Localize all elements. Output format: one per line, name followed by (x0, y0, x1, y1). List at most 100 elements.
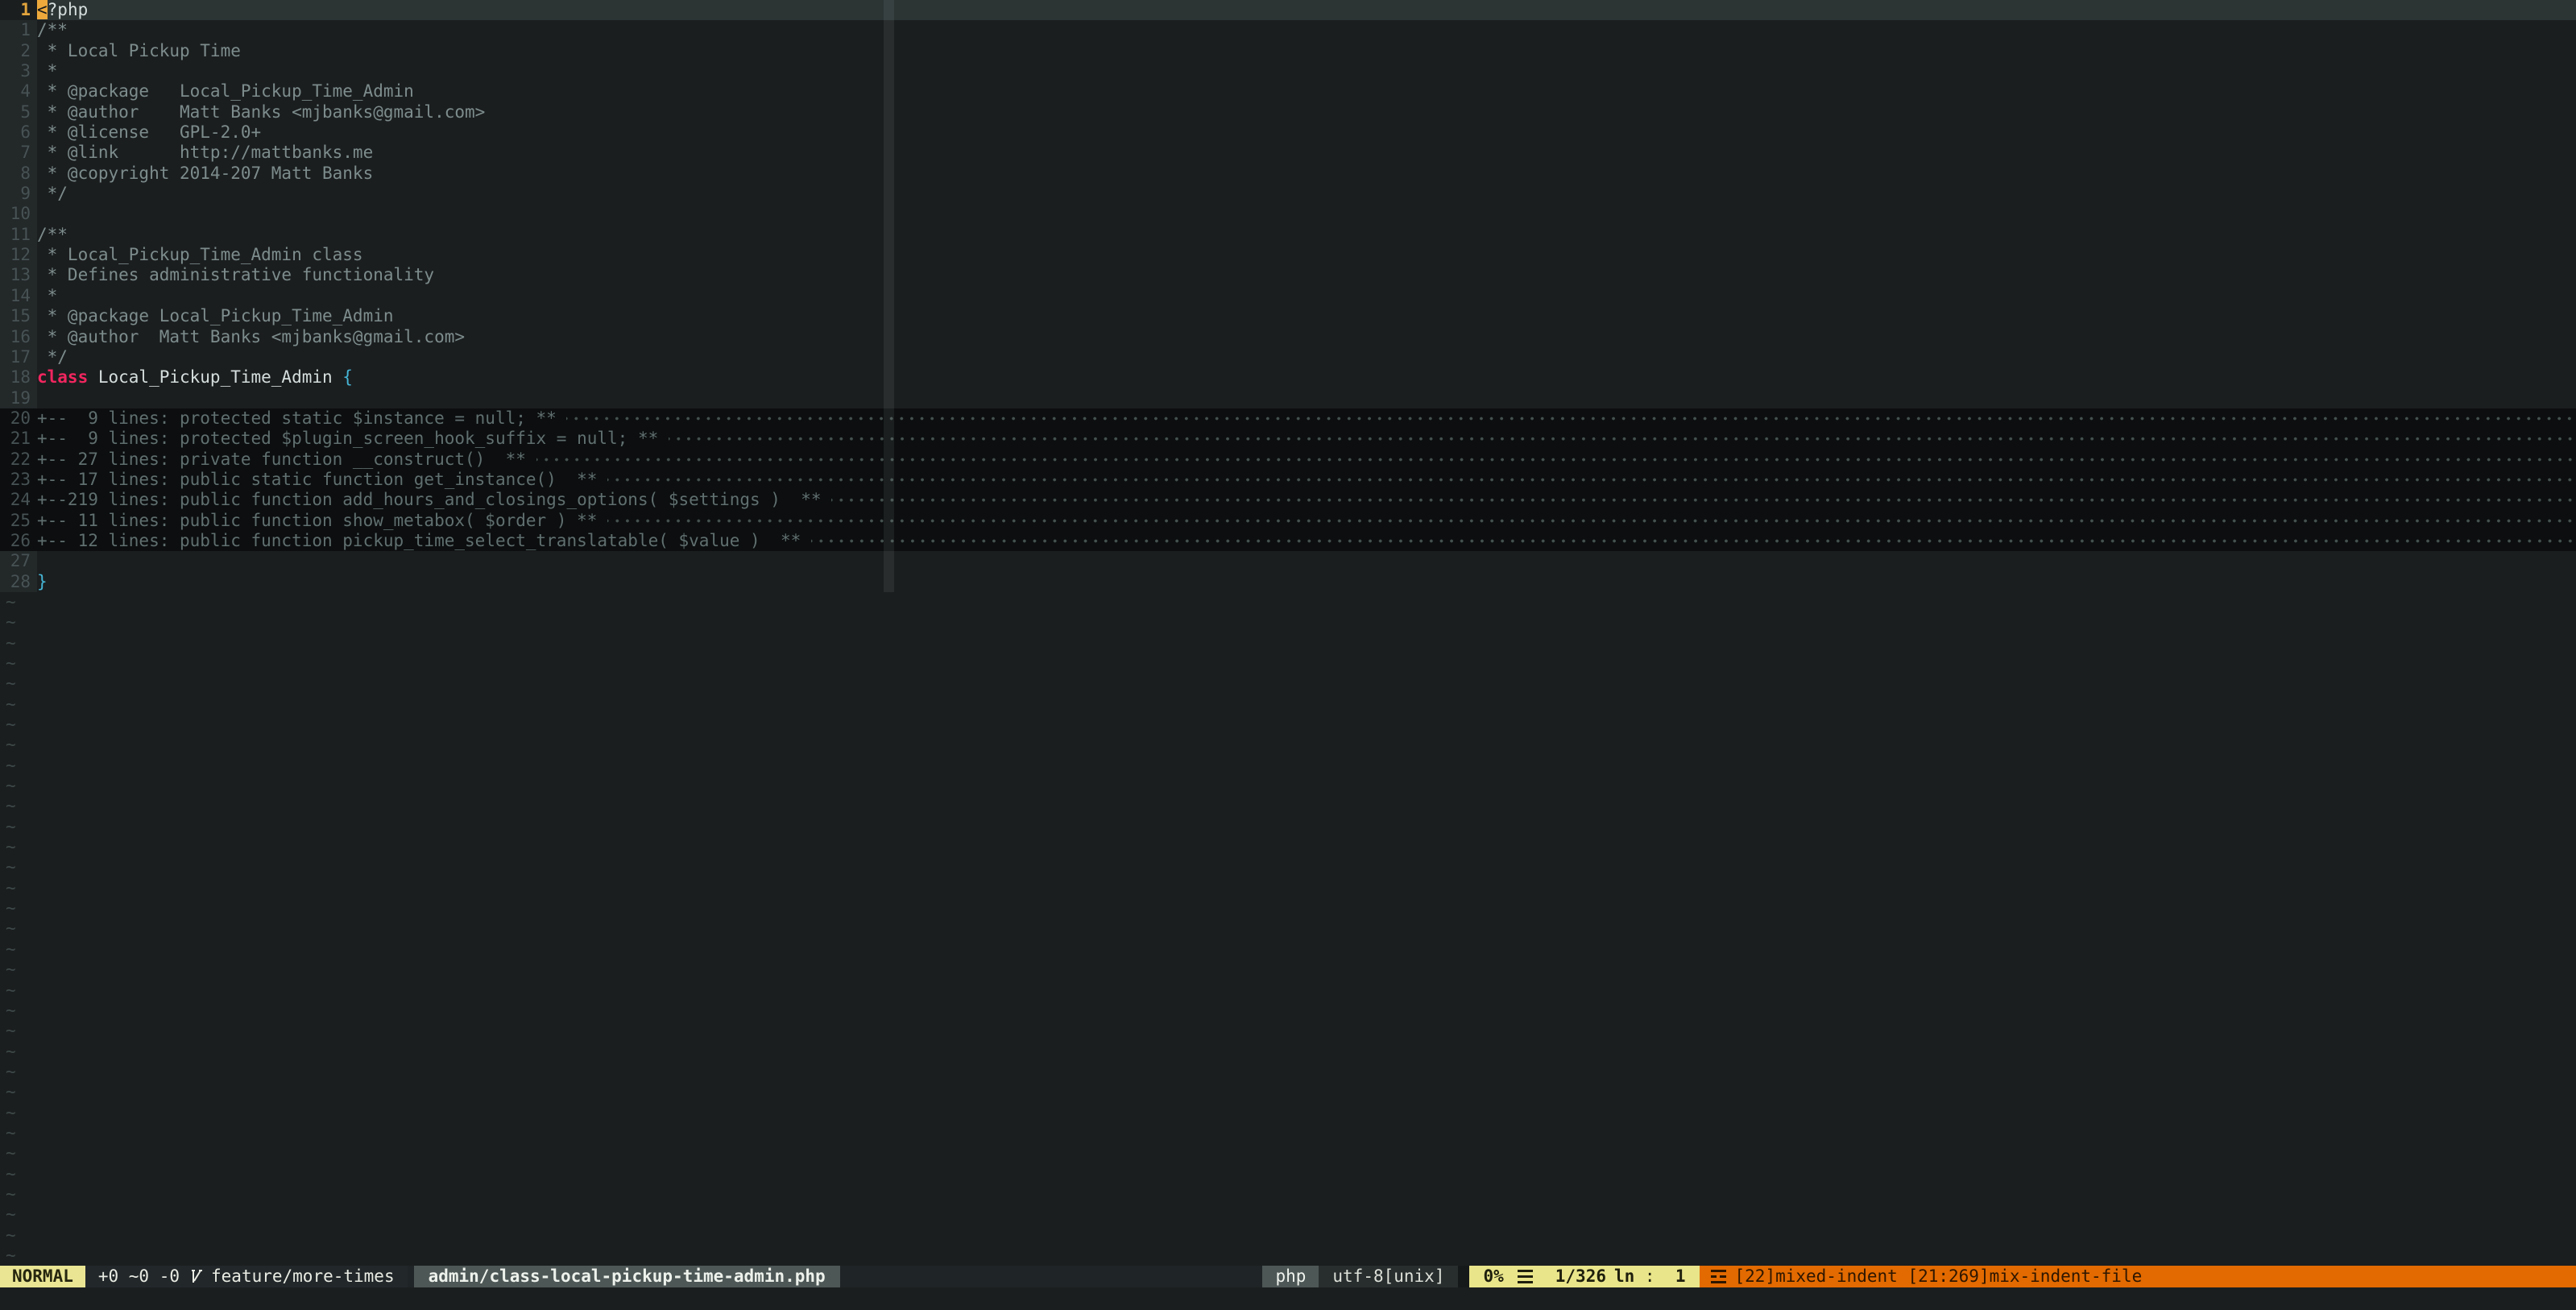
fold-fill-dots (811, 531, 2576, 551)
line-content: * @copyright 2014-207 Matt Banks (37, 164, 2576, 184)
fold-fill-dots (536, 450, 2576, 470)
empty-line-tilde: ~ (0, 633, 2576, 653)
code-line[interactable]: 27 (0, 551, 2576, 571)
comment-text: * (37, 286, 57, 305)
fold-fill-dots (607, 470, 2576, 490)
line-content: * @author Matt Banks <mjbanks@gmail.com> (37, 102, 2576, 122)
empty-line-tilde: ~ (0, 918, 2576, 939)
code-line[interactable]: 12 * Local_Pickup_Time_Admin class (0, 245, 2576, 265)
line-label: ln (1614, 1266, 1634, 1287)
code-line[interactable]: 14 * (0, 286, 2576, 306)
code-line[interactable]: 8 * @copyright 2014-207 Matt Banks (0, 164, 2576, 184)
line-content: * @license GPL-2.0+ (37, 122, 2576, 143)
command-line[interactable] (0, 1287, 2576, 1310)
line-number: 22 (0, 450, 37, 470)
line-content: /** (37, 20, 2576, 40)
code-token: } (37, 572, 48, 591)
fold-line[interactable]: 23+-- 17 lines: public static function g… (0, 470, 2576, 490)
line-number: 20 (0, 408, 37, 429)
code-line[interactable]: 7 * @link http://mattbanks.me (0, 143, 2576, 163)
line-number: 10 (0, 204, 37, 224)
code-line[interactable]: 15 * @package Local_Pickup_Time_Admin (0, 306, 2576, 326)
comment-text: * @author Matt Banks <mjbanks@gmail.com> (37, 327, 465, 346)
comment-text: * @link http://mattbanks.me (37, 143, 373, 162)
empty-line-tilde: ~ (0, 1204, 2576, 1225)
code-line[interactable]: 5 * @author Matt Banks <mjbanks@gmail.co… (0, 102, 2576, 122)
line-content: * @link http://mattbanks.me (37, 143, 2576, 163)
code-line[interactable]: 2 * Local Pickup Time (0, 41, 2576, 61)
git-segment: +0 ~0 -0 feature/more-times (85, 1266, 408, 1287)
line-number: 21 (0, 429, 37, 449)
empty-line-tilde: ~ (0, 1082, 2576, 1102)
line-content: * (37, 286, 2576, 306)
fold-line[interactable]: 25+-- 11 lines: public function show_met… (0, 511, 2576, 531)
editor-buffer[interactable]: 1<?php1/**2 * Local Pickup Time3 *4 * @p… (0, 0, 2576, 1266)
comment-text: * Defines administrative functionality (37, 265, 434, 284)
code-line[interactable]: 17 */ (0, 347, 2576, 367)
empty-line-tilde: ~ (0, 1042, 2576, 1062)
line-number: 5 (0, 102, 37, 122)
code-line[interactable]: 19 (0, 388, 2576, 408)
indent-warning-icon (1711, 1270, 1726, 1283)
comment-text: /** (37, 225, 68, 244)
line-content: * Local_Pickup_Time_Admin class (37, 245, 2576, 265)
comment-text: */ (37, 184, 68, 203)
fold-line[interactable]: 24+--219 lines: public function add_hour… (0, 490, 2576, 510)
code-line[interactable]: 6 * @license GPL-2.0+ (0, 122, 2576, 143)
empty-line-tilde: ~ (0, 939, 2576, 960)
fold-text: +--219 lines: public function add_hours_… (37, 490, 831, 510)
code-line[interactable]: 9 */ (0, 184, 2576, 204)
code-line[interactable]: 18class Local_Pickup_Time_Admin { (0, 367, 2576, 388)
comment-text: * Local_Pickup_Time_Admin class (37, 245, 363, 264)
file-encoding: utf-8[unix] (1319, 1266, 1458, 1287)
code-line[interactable]: 10 (0, 204, 2576, 224)
code-line[interactable]: 11/** (0, 225, 2576, 245)
lines-icon (1518, 1270, 1533, 1283)
comment-text: * @package Local_Pickup_Time_Admin (37, 81, 414, 101)
comment-text: */ (37, 347, 68, 367)
empty-line-tilde: ~ (0, 878, 2576, 898)
code-line[interactable]: 3 * (0, 61, 2576, 81)
line-number: 7 (0, 143, 37, 163)
line-number: 19 (0, 388, 37, 408)
line-number: 27 (0, 551, 37, 571)
statusline-gap (1458, 1266, 1469, 1287)
git-branch-name: feature/more-times (211, 1266, 395, 1287)
line-number: 1 (0, 0, 37, 20)
code-line[interactable]: 16 * @author Matt Banks <mjbanks@gmail.c… (0, 327, 2576, 347)
fold-line[interactable]: 20+-- 9 lines: protected static $instanc… (0, 408, 2576, 429)
empty-line-tilde: ~ (0, 1246, 2576, 1266)
fold-text: +-- 27 lines: private function __constru… (37, 450, 536, 470)
line-number: 1 (0, 20, 37, 40)
empty-line-tilde: ~ (0, 1062, 2576, 1082)
fold-text: +-- 9 lines: protected $plugin_screen_ho… (37, 429, 669, 449)
empty-line-tilde: ~ (0, 653, 2576, 674)
fold-line[interactable]: 21+-- 9 lines: protected $plugin_screen_… (0, 429, 2576, 449)
empty-line-tilde: ~ (0, 980, 2576, 1001)
fold-line[interactable]: 22+-- 27 lines: private function __const… (0, 450, 2576, 470)
code-line[interactable]: 28} (0, 572, 2576, 592)
comment-text: /** (37, 20, 68, 39)
position-segment: 0% 1/326 ln : 1 (1469, 1266, 1699, 1287)
empty-line-tilde: ~ (0, 612, 2576, 632)
line-number: 15 (0, 306, 37, 326)
empty-line-tilde: ~ (0, 1103, 2576, 1123)
code-token: Local_Pickup_Time_Admin (88, 367, 342, 387)
empty-line-tilde: ~ (0, 1001, 2576, 1021)
empty-line-tilde: ~ (0, 674, 2576, 694)
empty-line-tilde: ~ (0, 694, 2576, 715)
empty-line-tilde: ~ (0, 960, 2576, 980)
empty-line-tilde: ~ (0, 756, 2576, 776)
empty-line-tilde: ~ (0, 1164, 2576, 1184)
git-hunks: +0 ~0 -0 (98, 1266, 180, 1287)
line-number: 3 (0, 61, 37, 81)
code-token: { (342, 367, 353, 387)
code-line[interactable]: 4 * @package Local_Pickup_Time_Admin (0, 81, 2576, 102)
comment-text: * @package Local_Pickup_Time_Admin (37, 306, 394, 325)
code-line[interactable]: 1/** (0, 20, 2576, 40)
empty-line-tilde: ~ (0, 1143, 2576, 1163)
code-line[interactable]: 13 * Defines administrative functionalit… (0, 265, 2576, 285)
line-content (37, 204, 2576, 224)
fold-line[interactable]: 26+-- 12 lines: public function pickup_t… (0, 531, 2576, 551)
code-line[interactable]: 1<?php (0, 0, 2576, 20)
